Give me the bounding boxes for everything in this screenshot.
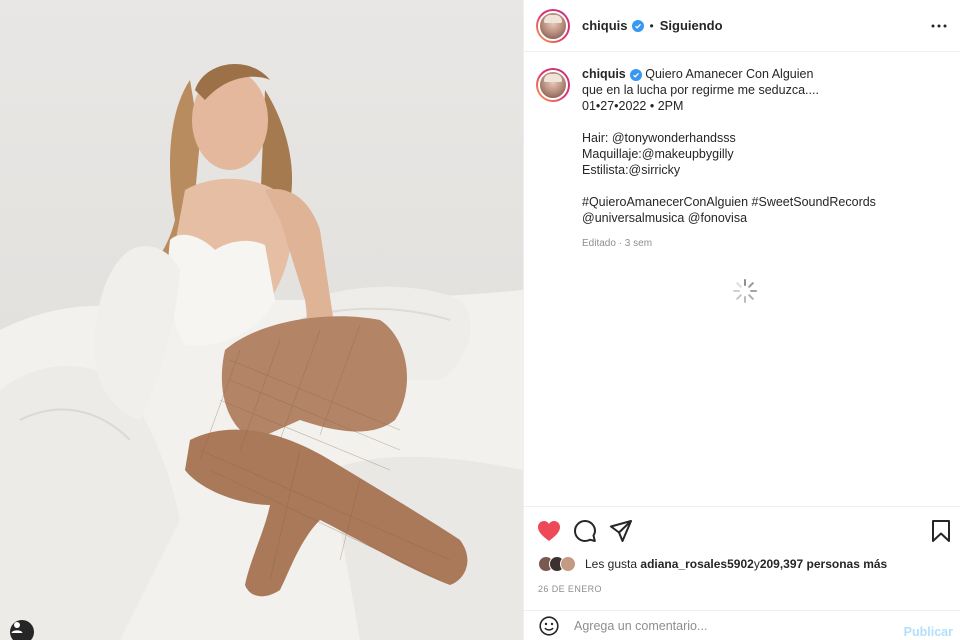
caption-username-link[interactable]: chiquis — [582, 67, 626, 81]
likes-prefix: Les gusta — [585, 557, 638, 571]
ellipsis-icon[interactable] — [929, 16, 949, 36]
caption-line: Quiero Amanecer Con Alguien — [645, 67, 814, 81]
comment-input[interactable] — [574, 618, 884, 633]
comment-bar: Publicar — [524, 610, 960, 640]
caption: chiquis Quiero Amanecer Con Alguien que … — [536, 66, 946, 252]
loading-spinner-icon — [733, 279, 757, 303]
following-button[interactable]: Siguiendo — [660, 18, 723, 33]
bookmark-icon[interactable] — [929, 519, 953, 543]
caption-avatar[interactable] — [536, 68, 570, 102]
post-image — [0, 63, 523, 640]
share-icon[interactable] — [609, 519, 633, 543]
verified-badge-icon — [631, 19, 644, 32]
post-sidebar: chiquis • Siguiendo chiquis Quiero Amane… — [523, 0, 960, 640]
emoji-icon[interactable] — [538, 615, 560, 637]
comment-icon[interactable] — [573, 519, 597, 543]
liker-username-link[interactable]: adiana_rosales5902 — [640, 557, 753, 571]
likes-count-link[interactable]: 209,397 personas más — [760, 557, 887, 571]
publish-button[interactable]: Publicar — [904, 625, 953, 639]
action-bar — [524, 506, 960, 554]
verified-badge-icon — [629, 69, 642, 81]
credit-stylist[interactable]: Estilista:@sirricky — [582, 162, 876, 178]
caption-line: que en la lucha por regirme me seduzca..… — [582, 83, 819, 97]
edited-timestamp: Editado · 3 sem — [582, 238, 653, 249]
username-link[interactable]: chiquis — [582, 18, 628, 33]
likes-summary[interactable]: Les gusta adiana_rosales5902 y 209,397 per… — [538, 556, 887, 572]
post-date[interactable]: 26 DE ENERO — [538, 584, 602, 594]
separator: • — [649, 18, 654, 33]
hashtag-line[interactable]: #QuieroAmanecerConAlguien #SweetSoundRec… — [582, 194, 876, 210]
avatar[interactable] — [536, 8, 570, 43]
caption-body: chiquis Quiero Amanecer Con Alguien que … — [582, 66, 876, 252]
credit-makeup[interactable]: Maquillaje:@makeupbygilly — [582, 146, 876, 162]
post-header: chiquis • Siguiendo — [524, 0, 960, 52]
like-heart-icon[interactable] — [537, 519, 561, 543]
mention-line[interactable]: @universalmusica @fonovisa — [582, 210, 876, 226]
post-photo[interactable] — [0, 0, 523, 640]
avatar — [560, 556, 576, 572]
tag-user-icon[interactable] — [10, 620, 34, 640]
liker-avatars — [538, 556, 576, 572]
caption-line: 01•27•2022 • 2PM — [582, 99, 684, 113]
credit-hair[interactable]: Hair: @tonywonderhandsss — [582, 130, 876, 146]
